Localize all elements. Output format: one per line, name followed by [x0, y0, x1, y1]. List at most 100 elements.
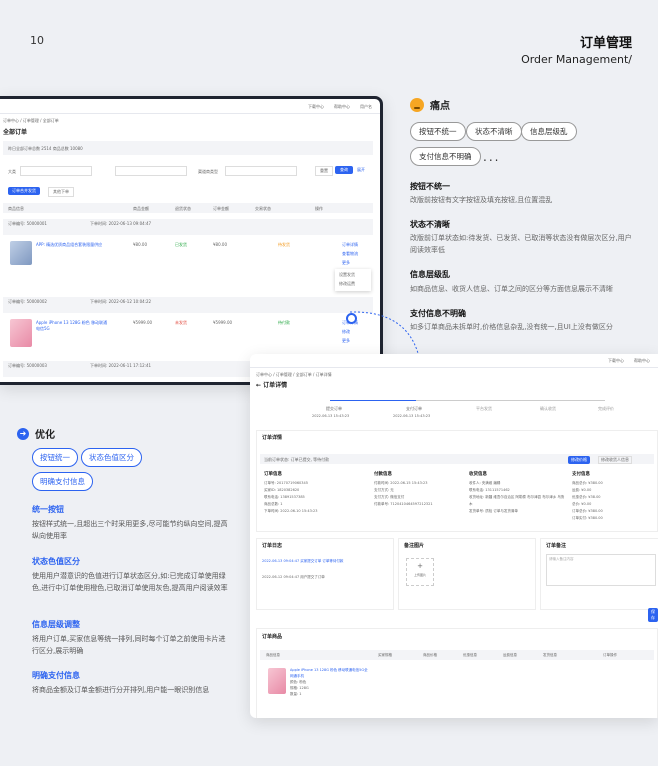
- save-button[interactable]: 保存: [648, 608, 658, 622]
- help-link[interactable]: 帮助中心: [634, 358, 650, 364]
- opt-point-title: 状态色值区分: [32, 557, 80, 566]
- opt-point-desc: 使用用户潜意识的色值进行订单状态区分,如:已完成订单使用绿色,进行中订单使用橙色…: [32, 572, 228, 592]
- merge-ship-button[interactable]: 订单合并发货: [8, 187, 40, 195]
- detail-title: ← 订单详情: [256, 382, 288, 389]
- menu-item[interactable]: 修改运费: [335, 281, 371, 287]
- user-link[interactable]: 用户名: [360, 104, 372, 110]
- remark-title: 订单备注: [546, 543, 567, 549]
- order-list-screenshot: 下载中心 帮助中心 用户名 订单中心 / 订单管理 / 全部订单 全部订单 昨日…: [0, 96, 383, 385]
- sum-info: 商品总价: ¥380.00 运费: ¥0.00 优惠总价: ¥38.00 总价:…: [572, 481, 603, 520]
- top-links: 下载中心 帮助中心: [608, 358, 650, 364]
- order-time: 下单时间: 2022-06-11 17:12:41: [90, 363, 152, 368]
- pain-point-desc: 改版前订单状态如:待发货、已发货、已取消等状态没有做层次区分,用户阅读效率低: [410, 234, 632, 254]
- more-dots: ...: [483, 150, 501, 164]
- sad-face-icon: [410, 97, 424, 112]
- pain-tag-buttons: 按钮不统一: [410, 122, 466, 141]
- top-links: 下载中心 帮助中心 用户名: [308, 104, 372, 110]
- opt-point-desc: 将商品金额及订单金额进行分开排列,用户能一眼识别信息: [32, 686, 210, 694]
- modify-receiver-button[interactable]: 修改收货人信息: [598, 456, 632, 464]
- order-detail-link[interactable]: 订单详情: [342, 242, 358, 248]
- opt-point-title: 明确支付信息: [32, 671, 80, 680]
- pain-point-title: 状态不清晰: [410, 220, 450, 229]
- product-name[interactable]: Apple iPhone 13 128G 粉色 移动联通电信5G: [36, 320, 108, 332]
- pain-heading: 痛点: [410, 97, 450, 112]
- help-link[interactable]: 帮助中心: [334, 104, 350, 110]
- opt-point-title: 统一按钮: [32, 505, 64, 514]
- info-columns: 订单信息 付款信息 收货信息 支付信息: [264, 472, 590, 477]
- reset-button[interactable]: 重置: [315, 166, 333, 176]
- page-subtitle: Order Management/: [521, 53, 632, 66]
- card-title: 订单详情: [262, 435, 283, 441]
- breadcrumb: 订单中心 / 订单管理 / 全部订单 / 订单详情: [256, 372, 332, 377]
- opt-tag-payment: 明确支付信息: [32, 472, 93, 491]
- order-id: 订单编号: 50000003: [8, 363, 47, 368]
- product-image: [10, 319, 32, 347]
- pain-tag-hierarchy: 信息层级乱: [521, 122, 577, 141]
- download-link[interactable]: 下载中心: [308, 104, 324, 110]
- opt-tag-status: 状态色值区分: [81, 448, 142, 467]
- return-status: 未发货: [175, 320, 187, 325]
- logistics-link[interactable]: 查看物流: [342, 251, 358, 257]
- order-total: ¥80.00: [213, 242, 227, 247]
- dropdown-menu: 设置发货 修改运费: [335, 269, 371, 291]
- pay-info: 付款时间: 2022-06-15 15:43:23 支付方式: 无 支付方式: …: [374, 481, 433, 506]
- order-total: ¥5999.00: [213, 320, 233, 325]
- pain-tag-payment: 支付信息不明确: [410, 147, 481, 166]
- product-price: ¥80.00: [133, 242, 147, 247]
- log-title: 订单日志: [262, 543, 283, 549]
- log-entry: 2022-06-13 09:04:47 买家提交订单 订单等待付款: [262, 559, 344, 563]
- other-order-button[interactable]: 其他下单: [48, 187, 74, 197]
- step-pay: 支付订单: [406, 406, 422, 411]
- arrow-right-icon: ➜: [17, 427, 29, 440]
- status-line: 当前订单状态: 订单已提交, 等待付款: [264, 457, 330, 462]
- more-link[interactable]: 更多: [342, 260, 350, 266]
- opt-point-title: 信息层级调整: [32, 620, 80, 629]
- edit-link[interactable]: 修改: [342, 329, 350, 335]
- download-link[interactable]: 下载中心: [608, 358, 624, 364]
- page-number: 10: [30, 34, 44, 47]
- table-header: 商品信息 商品金额 退货状态 订单金额 交易状态 操作: [8, 206, 323, 211]
- pain-tag-status: 状态不清晰: [466, 122, 522, 141]
- pain-point-desc: 如商品信息、收货人信息、订单之间的区分等方面信息展示不清晰: [410, 285, 613, 293]
- image-title: 备注图片: [404, 543, 425, 549]
- goods-info: Apple iPhone 13 128G 粉色 移动联通电信5G全网通手机 颜色…: [290, 668, 368, 696]
- receiver-info: 收件人: 夹满维 编辑 联系电话: 13111571462 收货地址: 新疆 维…: [469, 481, 565, 513]
- pain-point-title: 信息层级乱: [410, 270, 450, 279]
- upload-box[interactable]: + 上传图片: [406, 558, 434, 586]
- remark-input[interactable]: 请输入备注内容: [546, 554, 656, 586]
- goods-title: 订单商品: [262, 634, 283, 640]
- order-id: 订单编号: 50000001: [8, 221, 47, 226]
- modify-price-button[interactable]: 修改价格: [568, 456, 590, 464]
- step-time: 2022-06-13 15:43:23: [312, 414, 350, 418]
- stats: 昨日全部订单总数 2514 商品总数 10080: [8, 146, 83, 151]
- filter-label: 渠道商类型: [198, 169, 218, 174]
- step-time: 2022-06-13 15:43:23: [393, 414, 431, 418]
- trade-status: 待发货: [278, 242, 290, 247]
- expand-link[interactable]: 展开: [357, 167, 365, 173]
- product-name[interactable]: APP: 精选优质商品组合套装限量供应: [36, 242, 106, 248]
- product-image: [268, 668, 286, 694]
- order-info: 订单号: 20170719060345 买家ID: 1820382620 联系电…: [264, 481, 318, 513]
- return-status: 已发货: [175, 242, 187, 247]
- search-button[interactable]: 查询: [335, 166, 353, 174]
- step-submit: 提交订单: [326, 406, 342, 411]
- log-entry: 2022-06-12 09:04:47 用户提交了订单: [262, 575, 325, 579]
- optimize-heading: ➜ 优化: [17, 426, 55, 441]
- opt-point-desc: 将用户订单,买家信息等统一排列,同时每个订单之前使用卡片进行区分,展示明确: [32, 635, 226, 655]
- product-price: ¥5999.00: [133, 320, 153, 325]
- pain-point-desc: 如多订单商品未拆单时,价格信息杂乱,没有统一,且UI上没有做区分: [410, 323, 613, 331]
- opt-tag-buttons: 按钮统一: [32, 448, 78, 467]
- menu-item[interactable]: 设置发货: [335, 269, 371, 281]
- step-ship: 平台发货: [476, 406, 492, 411]
- list-title: 全部订单: [3, 129, 28, 136]
- product-image: [10, 241, 32, 265]
- pain-point-desc: 改版前按钮有文字按钮及填充按钮,且位置混乱: [410, 196, 553, 204]
- step-receive: 确认收货: [540, 406, 556, 411]
- step-review: 完成评价: [598, 406, 614, 411]
- order-id: 订单编号: 50000002: [8, 299, 47, 304]
- goods-header: 商品信息 买家规格 商品价格 优惠信息 运费信息 发货信息 订单操作: [266, 653, 617, 657]
- breadcrumb: 订单中心 / 订单管理 / 全部订单: [3, 118, 59, 123]
- more-link[interactable]: 更多: [342, 338, 350, 344]
- order-time: 下单时间: 2022-06-13 09:04:47: [90, 221, 152, 226]
- page-title: 订单管理: [579, 36, 632, 51]
